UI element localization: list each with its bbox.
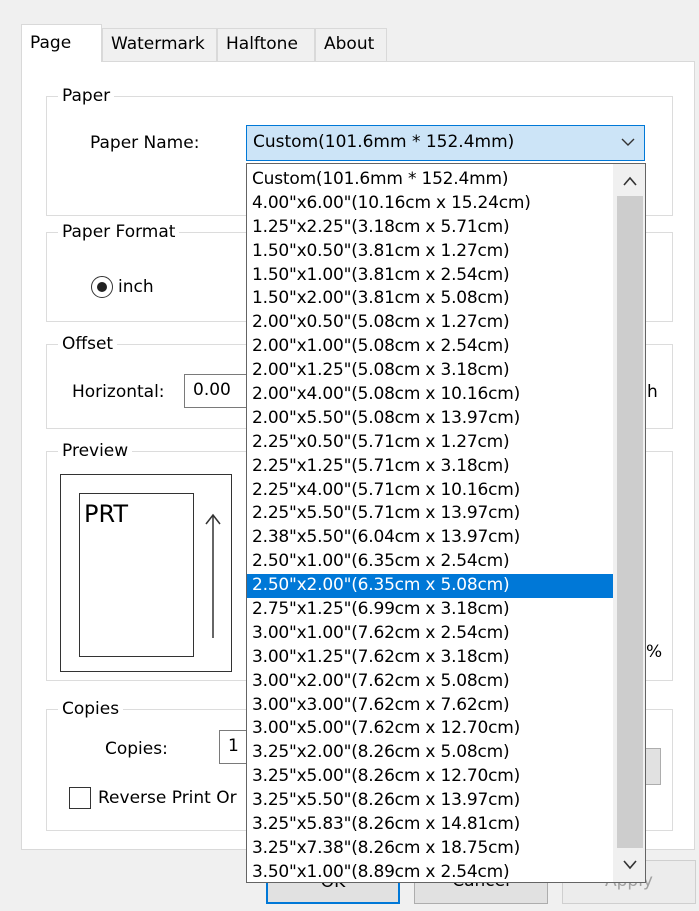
dropdown-option[interactable]: 2.25"x1.25"(5.71cm x 3.18cm) <box>247 455 613 479</box>
chevron-down-icon[interactable] <box>614 850 646 880</box>
tab-watermark[interactable]: Watermark <box>102 28 217 61</box>
dropdown-option[interactable]: 1.50"x2.00"(3.81cm x 5.08cm) <box>247 287 613 311</box>
paper-name-list: Custom(101.6mm * 152.4mm) 4.00"x6.00"(10.… <box>247 168 613 882</box>
paper-group-title: Paper <box>58 86 115 106</box>
dropdown-option[interactable]: 3.00"x1.00"(7.62cm x 2.54cm) <box>247 622 613 646</box>
inch-radio-label: inch <box>118 277 154 297</box>
tab-label: Page <box>30 33 72 53</box>
dropdown-option[interactable]: 3.25"x5.50"(8.26cm x 13.97cm) <box>247 789 613 813</box>
horizontal-offset-input[interactable]: 0.00 <box>184 374 254 408</box>
dropdown-option[interactable]: 4.00"x6.00"(10.16cm x 15.24cm) <box>247 192 613 216</box>
tab-label: Halftone <box>226 34 298 54</box>
paper-name-value: Custom(101.6mm * 152.4mm) <box>253 132 515 152</box>
dropdown-option[interactable]: 1.50"x0.50"(3.81cm x 1.27cm) <box>247 240 613 264</box>
chevron-up-icon[interactable] <box>614 166 646 196</box>
paper-name-label: Paper Name: <box>90 133 200 153</box>
tab-label: About <box>324 34 375 54</box>
preview-paper: PRT <box>79 493 194 657</box>
dropdown-option[interactable]: 3.00"x2.00"(7.62cm x 5.08cm) <box>247 670 613 694</box>
preview-percent-label: % <box>646 642 663 662</box>
preview-text: PRT <box>84 500 129 528</box>
dropdown-option[interactable]: 3.00"x5.00"(7.62cm x 12.70cm) <box>247 717 613 741</box>
scrollbar-thumb[interactable] <box>617 196 643 848</box>
dropdown-option[interactable]: 2.50"x1.00"(6.35cm x 2.54cm) <box>247 550 613 574</box>
dropdown-scrollbar[interactable] <box>613 164 645 882</box>
dropdown-option[interactable]: 2.50"x2.00"(6.35cm x 5.08cm) <box>247 574 613 599</box>
offset-unit-label: h <box>647 382 658 402</box>
dropdown-option[interactable]: 2.38"x5.50"(6.04cm x 13.97cm) <box>247 526 613 550</box>
tab-about[interactable]: About <box>315 28 387 61</box>
offset-group-title: Offset <box>58 334 118 354</box>
paper-name-dropdown[interactable]: Custom(101.6mm * 152.4mm) 4.00"x6.00"(10.… <box>246 163 646 883</box>
copies-group-title: Copies <box>58 699 124 719</box>
tab-halftone[interactable]: Halftone <box>217 28 315 61</box>
dropdown-option[interactable]: 2.75"x1.25"(6.99cm x 3.18cm) <box>247 598 613 622</box>
paper-name-select[interactable]: Custom(101.6mm * 152.4mm) <box>246 125 645 161</box>
dropdown-option[interactable]: Custom(101.6mm * 152.4mm) <box>247 168 613 192</box>
dropdown-option[interactable]: 2.00"x1.00"(5.08cm x 2.54cm) <box>247 335 613 359</box>
dropdown-option[interactable]: 3.25"x5.83"(8.26cm x 14.81cm) <box>247 813 613 837</box>
horizontal-label: Horizontal: <box>72 382 165 402</box>
reverse-print-checkbox[interactable] <box>69 787 91 809</box>
dropdown-option[interactable]: 1.25"x2.25"(3.18cm x 5.71cm) <box>247 216 613 240</box>
dropdown-option[interactable]: 3.50"x1.00"(8.89cm x 2.54cm) <box>247 861 613 882</box>
dropdown-option[interactable]: 2.00"x5.50"(5.08cm x 13.97cm) <box>247 407 613 431</box>
copies-label: Copies: <box>105 739 168 759</box>
preview-group-title: Preview <box>58 441 133 461</box>
dropdown-option[interactable]: 2.25"x0.50"(5.71cm x 1.27cm) <box>247 431 613 455</box>
tab-label: Watermark <box>111 34 205 54</box>
tab-page[interactable]: Page <box>21 24 102 62</box>
arrow-up-icon <box>205 513 221 638</box>
dropdown-option[interactable]: 2.00"x1.25"(5.08cm x 3.18cm) <box>247 359 613 383</box>
dropdown-option[interactable]: 2.00"x4.00"(5.08cm x 10.16cm) <box>247 383 613 407</box>
dropdown-option[interactable]: 3.00"x3.00"(7.62cm x 7.62cm) <box>247 694 613 718</box>
dropdown-option[interactable]: 3.25"x2.00"(8.26cm x 5.08cm) <box>247 741 613 765</box>
dropdown-option[interactable]: 2.25"x4.00"(5.71cm x 10.16cm) <box>247 479 613 503</box>
dropdown-option[interactable]: 3.25"x7.38"(8.26cm x 18.75cm) <box>247 837 613 861</box>
dropdown-option[interactable]: 3.00"x1.25"(7.62cm x 3.18cm) <box>247 646 613 670</box>
chevron-down-icon <box>621 138 635 146</box>
reverse-print-label: Reverse Print Or <box>98 788 237 808</box>
dropdown-option[interactable]: 1.50"x1.00"(3.81cm x 2.54cm) <box>247 264 613 288</box>
dropdown-option[interactable]: 2.00"x0.50"(5.08cm x 1.27cm) <box>247 311 613 335</box>
dropdown-option[interactable]: 2.25"x5.50"(5.71cm x 13.97cm) <box>247 502 613 526</box>
paper-format-group-title: Paper Format <box>58 222 180 242</box>
dropdown-option[interactable]: 3.25"x5.00"(8.26cm x 12.70cm) <box>247 765 613 789</box>
inch-radio[interactable] <box>91 276 113 298</box>
